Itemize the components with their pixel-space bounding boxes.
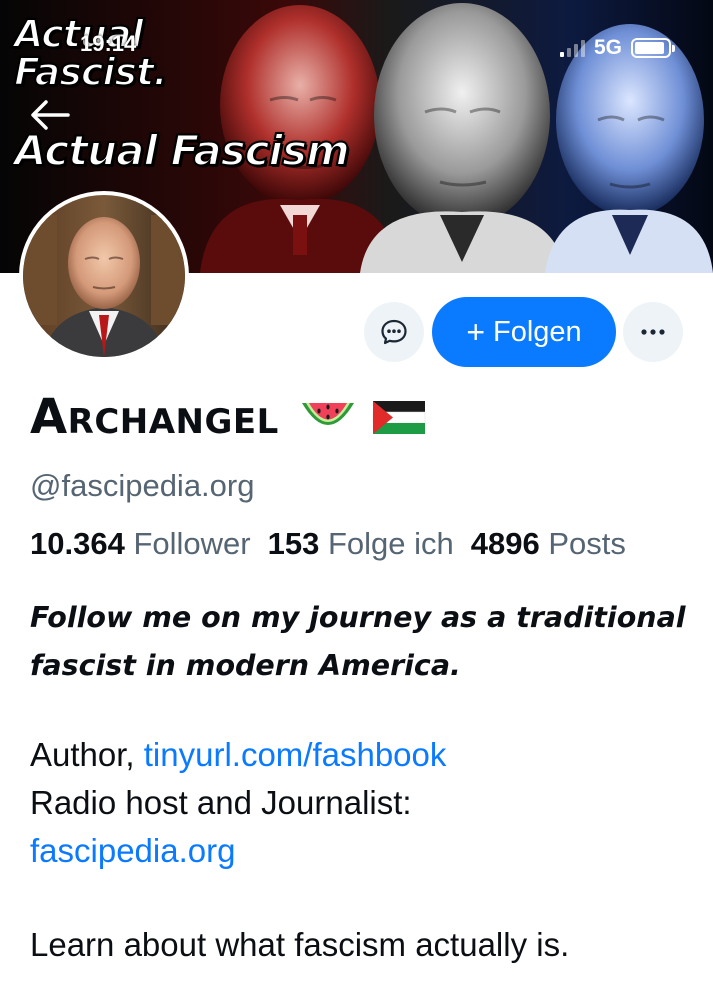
bio-author-prefix: Author, (30, 736, 144, 773)
followers-stat[interactable]: 10.364 Follower (30, 526, 251, 562)
followers-count: 10.364 (30, 526, 125, 561)
profile-stats: 10.364 Follower 153 Folge ich 4896 Posts (30, 526, 626, 562)
watermelon-emoji (301, 403, 354, 425)
signal-strength-icon (559, 39, 585, 57)
network-type: 5G (593, 36, 622, 59)
more-options-button[interactable] (623, 302, 683, 362)
posts-stat[interactable]: 4896 Posts (471, 526, 626, 562)
chat-bubble-icon (381, 319, 407, 345)
back-button[interactable] (28, 95, 72, 135)
posts-count: 4896 (470, 526, 540, 561)
status-time: 19:14 (80, 31, 137, 56)
battery-icon (631, 38, 675, 58)
arrow-left-icon (31, 100, 70, 130)
bio-learn-line: Learn about what fascism actually is. (30, 926, 570, 963)
display-name-text: Archangel (30, 389, 279, 445)
battery-level (635, 42, 664, 54)
follow-button[interactable]: + Folgen (432, 297, 616, 367)
bio-lead-line-2: fascist in modern America. (30, 649, 461, 682)
plus-icon: + (466, 314, 485, 350)
following-stat[interactable]: 153 Folge ich (268, 526, 454, 562)
bio-author-line: Author, tinyurl.com/fashbook (30, 736, 446, 774)
follow-button-label: Folgen (493, 315, 582, 348)
following-count: 153 (267, 526, 320, 561)
avatar[interactable] (19, 191, 189, 361)
profile-handle: @fascipedia.org (30, 468, 255, 503)
display-name: Archangel (30, 393, 427, 441)
bio-lead: Follow me on my journey as a traditional… (30, 594, 690, 690)
bio-website-link[interactable]: fascipedia.org (30, 832, 235, 870)
bio-lead-line-1: Follow me on my journey as a traditional (30, 601, 686, 634)
following-label: Folge ich (327, 526, 454, 561)
palestine-flag-emoji (372, 401, 426, 434)
followers-label: Follower (133, 526, 251, 561)
bio-radio-line: Radio host and Journalist: (30, 784, 412, 821)
more-horizontal-icon (641, 329, 665, 335)
avatar-image (23, 195, 185, 357)
bio-author-link[interactable]: tinyurl.com/fashbook (144, 736, 447, 773)
message-button[interactable] (364, 302, 424, 362)
posts-label: Posts (548, 526, 626, 561)
status-indicators: 5G (559, 36, 675, 60)
